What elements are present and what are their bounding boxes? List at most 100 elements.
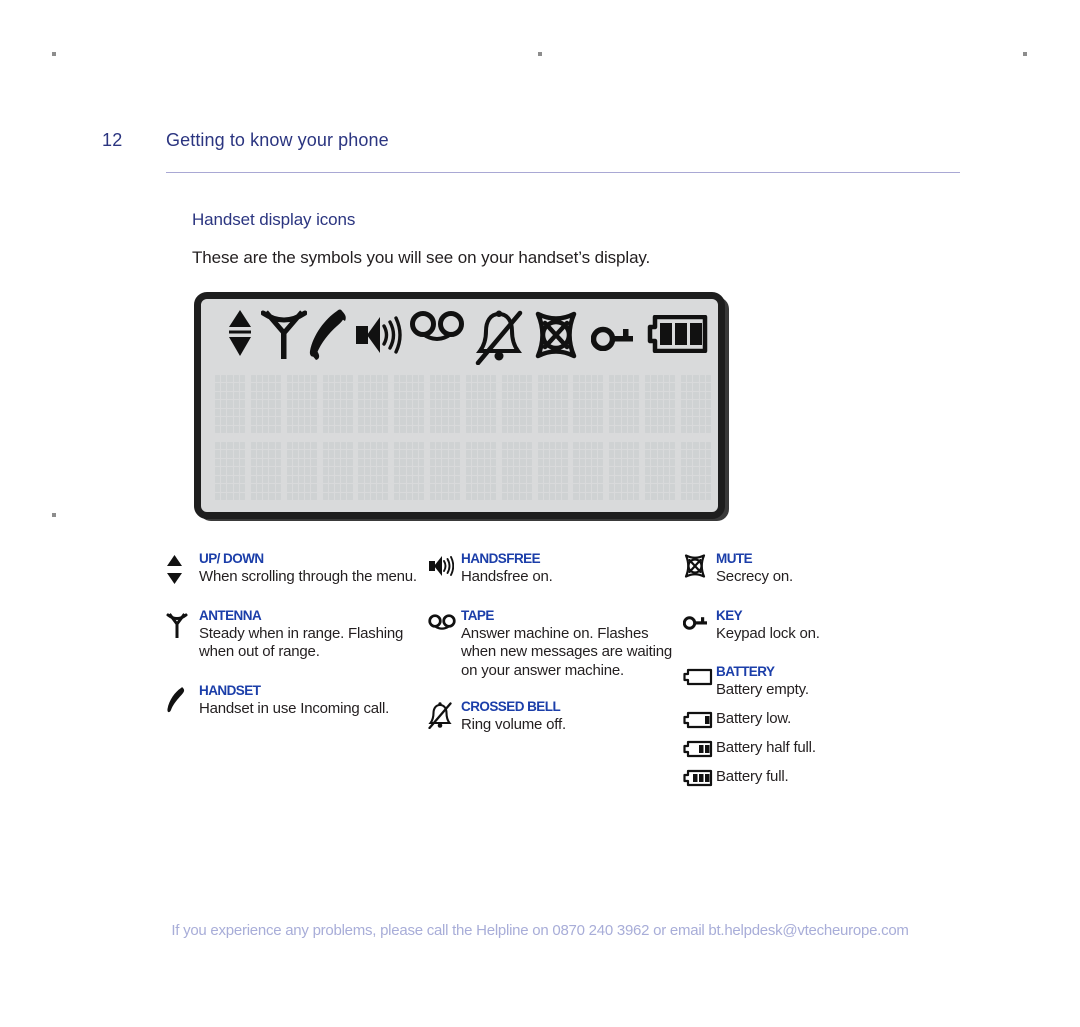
legend-description: Handsfree on. xyxy=(461,568,553,585)
crop-mark-middle-left xyxy=(52,513,56,517)
lcd-status-icon-row xyxy=(213,307,708,369)
legend-description: Handset in use Incoming call. xyxy=(199,699,390,717)
legend-item-handset: HANDSET Handset in use Incoming call. xyxy=(166,682,421,719)
crop-mark-top-left xyxy=(52,52,56,56)
lcd-character-cell xyxy=(394,375,425,433)
legend-item-battery-full: Battery full. xyxy=(683,766,923,786)
lcd-character-cell xyxy=(430,375,461,433)
legend-item-battery-empty: BATTERY Battery empty. xyxy=(683,665,923,700)
footer-helpline-note: If you experience any problems, please c… xyxy=(171,922,909,939)
up-down-arrows-icon xyxy=(166,554,196,585)
tape-icon xyxy=(428,613,458,631)
legend-term: KEY xyxy=(716,607,743,623)
legend-description: Secrecy on. xyxy=(716,568,794,585)
legend-column-1: UP/ DOWN When scrolling through the menu… xyxy=(166,552,421,734)
legend-item-tape: TAPE Answer machine on. Flashes when new… xyxy=(428,607,673,681)
lcd-character-cell xyxy=(430,442,461,500)
tape-icon xyxy=(410,311,464,345)
lcd-character-cell xyxy=(394,442,425,500)
lcd-character-cell xyxy=(286,375,317,433)
lcd-character-cell xyxy=(250,442,281,500)
lcd-character-cell xyxy=(537,442,568,500)
battery-full-icon xyxy=(683,769,713,787)
antenna-icon xyxy=(166,611,196,639)
legend-description: Battery empty. xyxy=(716,681,809,698)
lcd-character-cell xyxy=(322,442,353,500)
legend-term: HANDSET xyxy=(199,682,261,698)
lcd-character-cell xyxy=(609,375,640,433)
page-number: 12 xyxy=(102,130,123,150)
page-title: Getting to know your phone xyxy=(166,130,389,150)
section-title: Handset display icons xyxy=(192,210,356,229)
crop-mark-top-center xyxy=(538,52,542,56)
legend-item-battery-low: Battery low. xyxy=(683,708,923,728)
legend-description: Steady when in range. Flashing when out … xyxy=(199,624,404,661)
header-divider xyxy=(166,172,960,173)
lcd-character-cell xyxy=(501,375,532,433)
legend-description: Answer machine on. Flashes when new mess… xyxy=(461,624,672,679)
legend-description: Battery full. xyxy=(716,767,789,785)
legend-item-mute: MUTE Secrecy on. xyxy=(683,552,923,587)
legend-description: Ring volume off. xyxy=(461,716,566,733)
lcd-character-cell xyxy=(537,375,568,433)
legend-item-handsfree: HANDSFREE Handsfree on. xyxy=(428,552,673,587)
mute-icon xyxy=(532,311,580,359)
legend-description: Keypad lock on. xyxy=(716,624,820,642)
section-intro: These are the symbols you will see on yo… xyxy=(192,248,651,267)
battery-low-icon xyxy=(683,711,713,729)
legend-term: BATTERY xyxy=(716,664,775,679)
lcd-character-row-2 xyxy=(215,442,711,500)
lcd-character-cell xyxy=(215,375,245,433)
lcd-character-cell xyxy=(358,375,389,433)
battery-half-icon xyxy=(683,740,713,758)
legend-term: HANDSFREE xyxy=(461,551,541,566)
battery-full-icon xyxy=(647,315,709,353)
legend-description: Battery low. xyxy=(716,709,792,727)
legend-item-up-down: UP/ DOWN When scrolling through the menu… xyxy=(166,552,421,587)
crossed-bell-icon xyxy=(428,702,458,729)
legend-item-battery-half: Battery half full. xyxy=(683,737,923,757)
crossed-bell-icon xyxy=(474,309,524,365)
lcd-character-cell xyxy=(215,442,245,500)
lcd-character-cell xyxy=(465,442,496,500)
lcd-character-cell xyxy=(501,442,532,500)
lcd-character-cell xyxy=(645,375,676,433)
lcd-character-cell xyxy=(322,375,353,433)
key-icon xyxy=(591,325,637,351)
crop-mark-top-right xyxy=(1023,52,1027,56)
lcd-character-cell xyxy=(250,375,281,433)
lcd-character-cell xyxy=(573,442,604,500)
lcd-character-row-1 xyxy=(215,375,711,433)
handsfree-speaker-icon xyxy=(428,554,458,578)
legend-term: MUTE xyxy=(716,551,753,566)
legend-description: Battery half full. xyxy=(716,738,816,756)
lcd-character-cell xyxy=(286,442,317,500)
legend-term: TAPE xyxy=(461,607,494,623)
handset-icon xyxy=(166,686,196,714)
legend-item-antenna: ANTENNA Steady when in range. Flashing w… xyxy=(166,607,421,662)
legend-term: CROSSED BELL xyxy=(461,699,561,714)
lcd-character-cell xyxy=(573,375,604,433)
lcd-character-cell xyxy=(358,442,389,500)
lcd-character-cell xyxy=(645,442,676,500)
legend-item-crossed-bell: CROSSED BELL Ring volume off. xyxy=(428,700,673,735)
key-icon xyxy=(683,615,713,630)
lcd-character-cell xyxy=(465,375,496,433)
up-down-arrows-icon xyxy=(227,307,253,359)
page-header: 12 Getting to know your phone xyxy=(0,130,1080,180)
handset-icon xyxy=(307,307,349,361)
legend-column-3: MUTE Secrecy on. KEY Keypad lock on. BAT… xyxy=(683,552,923,802)
handset-lcd-display xyxy=(194,292,725,519)
mute-icon xyxy=(683,554,713,578)
legend-item-key: KEY Keypad lock on. xyxy=(683,607,923,644)
battery-empty-icon xyxy=(683,668,713,686)
handsfree-speaker-icon xyxy=(353,313,403,357)
lcd-character-cell xyxy=(680,442,711,500)
lcd-character-cell xyxy=(609,442,640,500)
antenna-icon xyxy=(261,307,307,361)
legend-description: When scrolling through the menu. xyxy=(199,568,417,585)
legend-column-2: HANDSFREE Handsfree on. TAPE Answer mach… xyxy=(428,552,673,751)
legend-term: UP/ DOWN xyxy=(199,551,264,566)
legend-term: ANTENNA xyxy=(199,607,262,623)
lcd-character-cell xyxy=(680,375,711,433)
